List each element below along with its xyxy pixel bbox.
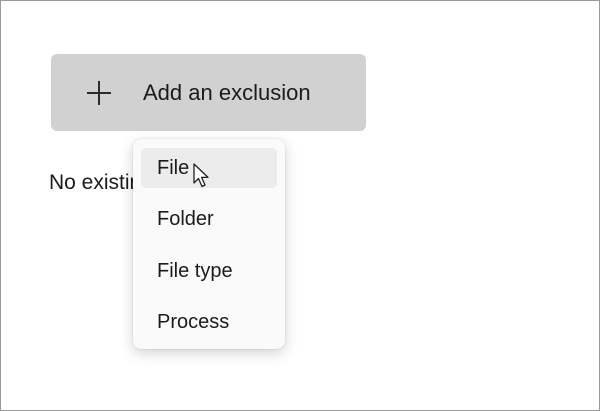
menu-item-folder[interactable]: Folder — [141, 199, 277, 239]
menu-item-file-type[interactable]: File type — [141, 251, 277, 291]
menu-item-process[interactable]: Process — [141, 302, 277, 342]
mouse-pointer-icon — [193, 163, 209, 188]
add-exclusion-label: Add an exclusion — [143, 80, 311, 105]
plus-icon — [87, 81, 111, 105]
exclusions-panel: Add an exclusion No existing exclusions.… — [0, 0, 600, 411]
